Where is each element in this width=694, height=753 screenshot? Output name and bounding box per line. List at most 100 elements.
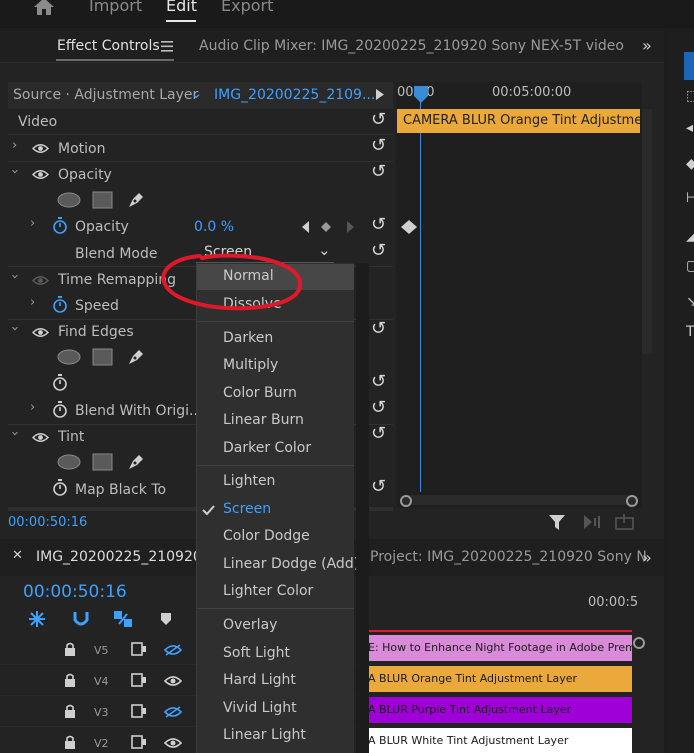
lock-icon[interactable] (64, 704, 76, 718)
opacity-value[interactable]: 0.0 % (194, 219, 234, 235)
eye-hidden-icon[interactable] (164, 706, 182, 718)
razor-tool-icon[interactable]: ⊢ (686, 190, 694, 206)
menu-item-linear-burn[interactable]: Linear Burn (223, 412, 304, 428)
tab-project[interactable]: Project: IMG_20200225_210920 Sony N (370, 549, 647, 565)
expand-arrow-icon[interactable]: › (30, 295, 35, 310)
menu-item-overlay[interactable]: Overlay (223, 617, 277, 633)
menu-item-hard-light[interactable]: Hard Light (223, 672, 296, 688)
track-label[interactable]: V3 (94, 706, 109, 719)
collapse-arrow-icon[interactable]: › (7, 431, 22, 436)
playhead-handle[interactable] (413, 86, 429, 104)
menu-item-darken[interactable]: Darken (223, 330, 273, 346)
menu-item-vivid-light[interactable]: Vivid Light (223, 700, 297, 716)
track-select-icon[interactable]: ◂ (686, 120, 693, 136)
collapse-arrow-icon[interactable]: › (7, 326, 22, 331)
more-panels-icon[interactable]: » (642, 36, 652, 55)
tab-effect-controls[interactable]: Effect Controls (57, 38, 160, 54)
menu-item-color-dodge[interactable]: Color Dodge (223, 528, 310, 544)
eye-icon[interactable] (32, 432, 49, 443)
collapse-arrow-icon[interactable]: › (7, 169, 22, 174)
stopwatch-icon[interactable] (52, 401, 68, 418)
eye-icon[interactable] (32, 169, 49, 180)
ellipse-mask-icon[interactable] (57, 192, 81, 208)
zoom-handle-right[interactable] (626, 495, 638, 507)
snap-icon[interactable] (72, 610, 90, 628)
zoom-scrollbar[interactable] (400, 495, 638, 505)
lock-icon[interactable] (64, 642, 76, 656)
expand-arrow-icon[interactable]: › (12, 138, 17, 153)
ellipse-mask-icon[interactable] (57, 454, 81, 470)
nav-edit[interactable]: Edit (166, 0, 197, 15)
stopwatch-icon[interactable] (52, 296, 68, 313)
pen-tool-icon[interactable] (126, 190, 146, 210)
menu-item-darker-color[interactable]: Darker Color (223, 440, 311, 456)
timeline-clip[interactable]: A BLUR White Tint Adjustment Layer (366, 728, 632, 753)
timeline-clip[interactable]: A BLUR Purple Tint Adjustment Layer (366, 697, 632, 723)
play-audio-icon[interactable] (583, 514, 603, 530)
tab-audio-clip-mixer[interactable]: Audio Clip Mixer: IMG_20200225_210920 So… (199, 38, 624, 54)
rectangle-mask-icon[interactable] (92, 453, 113, 471)
reset-icon[interactable]: ↺ (371, 214, 386, 235)
add-marker-icon[interactable] (160, 612, 172, 626)
reset-icon[interactable]: ↺ (371, 240, 386, 261)
expand-arrow-icon[interactable]: › (30, 216, 35, 231)
pen-tool-icon[interactable] (126, 452, 146, 472)
keyframe-icon[interactable] (398, 219, 420, 235)
vertical-scrollbar[interactable] (642, 109, 652, 354)
expand-arrow-icon[interactable]: › (30, 400, 35, 415)
tab-sequence[interactable]: IMG_20200225_210920 S (36, 549, 215, 565)
selection-tool-icon[interactable]: ⬚ (686, 88, 694, 104)
track-label[interactable]: V2 (94, 737, 109, 750)
type-tool-icon[interactable]: T (686, 324, 694, 340)
reset-icon[interactable]: ↺ (371, 423, 386, 444)
menu-item-multiply[interactable]: Multiply (223, 357, 278, 373)
menu-item-linear-dodge[interactable]: Linear Dodge (Add) (223, 556, 359, 572)
menu-scrollbar[interactable] (356, 263, 369, 753)
close-icon[interactable]: ✕ (12, 548, 23, 563)
reset-icon[interactable]: ↺ (371, 161, 386, 182)
panel-menu-icon[interactable] (161, 41, 173, 52)
reset-icon[interactable]: ↺ (371, 318, 386, 339)
reset-icon[interactable]: ↺ (371, 135, 386, 156)
play-icon[interactable] (376, 89, 384, 100)
menu-item-screen[interactable]: Screen (223, 501, 271, 517)
hand-tool-icon[interactable]: ↘ (686, 294, 694, 310)
sync-lock-icon[interactable] (131, 704, 147, 718)
clip-selector[interactable]: IMG_20200225_2109... (214, 87, 375, 103)
eye-icon[interactable] (32, 327, 49, 338)
reset-icon[interactable]: ↺ (371, 371, 386, 392)
reset-icon[interactable]: ↺ (371, 397, 386, 418)
more-panels-icon[interactable]: » (642, 548, 652, 567)
blend-mode-dropdown[interactable]: Screen (204, 244, 252, 260)
export-icon[interactable] (615, 514, 635, 530)
timeline-clip[interactable]: E: How to Enhance Night Footage in Adobe… (366, 635, 632, 661)
sequence-timecode[interactable]: 00:00:50:16 (23, 582, 127, 602)
menu-item-soft-light[interactable]: Soft Light (223, 645, 290, 661)
nav-import[interactable]: Import (89, 0, 142, 15)
stopwatch-icon[interactable] (52, 479, 68, 496)
rectangle-mask-icon[interactable] (92, 348, 113, 366)
menu-item-dissolve[interactable]: Dissolve (223, 296, 282, 312)
zoom-handle-left[interactable] (400, 495, 412, 507)
collapse-arrow-icon[interactable]: › (7, 274, 22, 279)
scroll-handle[interactable] (632, 636, 646, 650)
eye-hidden-icon[interactable] (164, 644, 182, 656)
eye-icon[interactable] (32, 143, 49, 154)
ripple-edit-icon[interactable]: ◆ (686, 156, 694, 172)
rectangle-mask-icon[interactable] (92, 191, 113, 209)
nest-icon[interactable] (28, 610, 46, 628)
slip-tool-icon[interactable]: ◢ (686, 228, 694, 244)
keyframe-navigator[interactable] (302, 221, 354, 233)
menu-item-lighten[interactable]: Lighten (223, 473, 275, 489)
ellipse-mask-icon[interactable] (57, 349, 81, 365)
sync-lock-icon[interactable] (131, 642, 147, 656)
menu-item-linear-light[interactable]: Linear Light (223, 727, 306, 743)
lock-icon[interactable] (64, 673, 76, 687)
sync-lock-icon[interactable] (131, 735, 147, 749)
adjustment-clip[interactable]: CAMERA BLUR Orange Tint Adjustmen (397, 109, 640, 133)
pen-tool-icon[interactable]: ▢ (686, 258, 694, 274)
linked-selection-icon[interactable] (113, 610, 133, 628)
lock-icon[interactable] (64, 735, 76, 749)
chevron-down-icon[interactable]: ⌄ (190, 84, 203, 102)
filter-icon[interactable] (548, 514, 568, 532)
